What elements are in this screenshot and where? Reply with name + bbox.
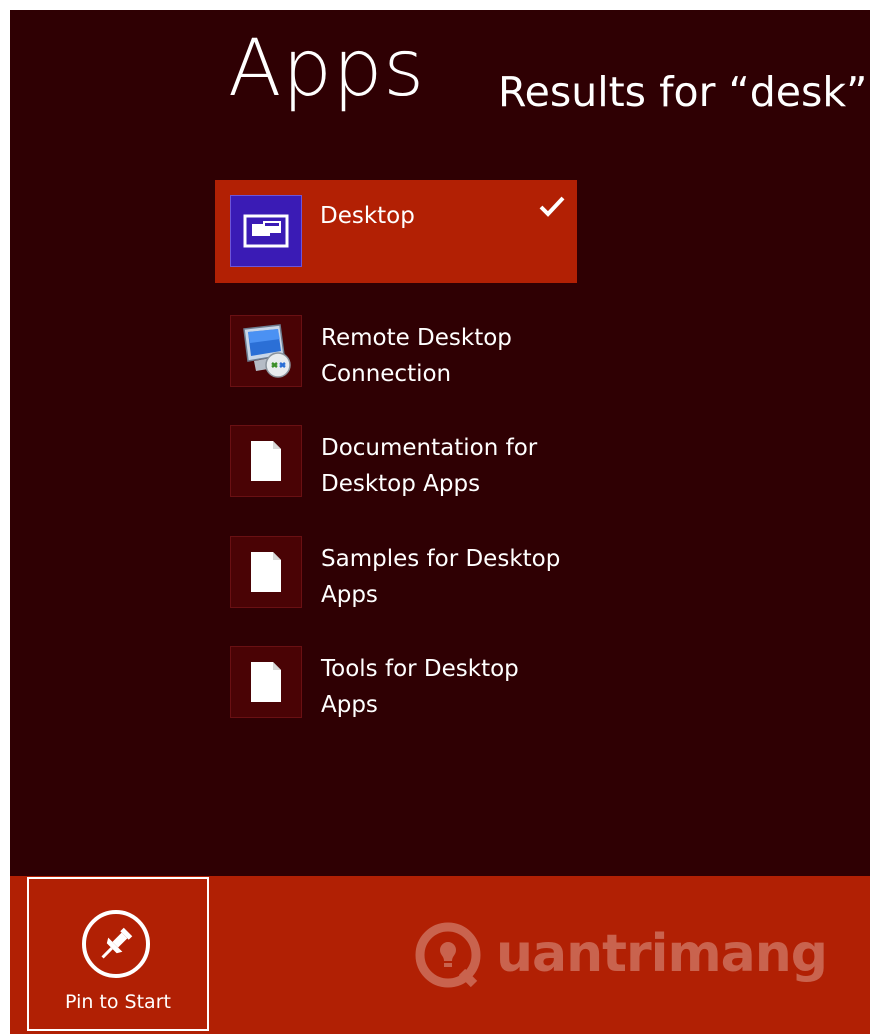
- pin-to-start-label: Pin to Start: [65, 991, 171, 1013]
- result-item-tools[interactable]: Tools for Desktop Apps: [215, 631, 577, 733]
- result-label: Tools for Desktop Apps: [321, 656, 519, 718]
- document-tile: [230, 425, 302, 497]
- document-icon: [251, 662, 281, 702]
- result-label: Remote Desktop Connection: [321, 325, 512, 387]
- document-icon: [251, 441, 281, 481]
- checkmark-icon: [539, 196, 565, 217]
- pin-icon: [82, 910, 150, 978]
- result-item-desktop[interactable]: Desktop: [215, 180, 577, 283]
- result-label: Samples for Desktop Apps: [321, 546, 561, 608]
- result-item-remote-desktop[interactable]: Remote Desktop Connection: [215, 300, 577, 402]
- desktop-icon: [243, 214, 289, 248]
- result-label: Desktop: [320, 203, 415, 229]
- app-bar: Pin to Start uantrimang: [10, 876, 870, 1034]
- watermark-text: uantrimang: [496, 924, 828, 984]
- remote-desktop-tile: [230, 315, 302, 387]
- results-label: Results for “desk”: [498, 68, 868, 116]
- quantrimang-watermark: uantrimang: [410, 920, 830, 990]
- result-item-samples[interactable]: Samples for Desktop Apps: [215, 521, 577, 623]
- desktop-tile: [230, 195, 302, 267]
- document-icon: [251, 552, 281, 592]
- start-screen-search: Apps Results for “desk” Desktop Remote D…: [10, 10, 870, 1034]
- page-title: Apps: [228, 24, 426, 114]
- result-item-documentation[interactable]: Documentation for Desktop Apps: [215, 410, 577, 512]
- lightbulb-q-logo-icon: [415, 922, 481, 988]
- document-tile: [230, 646, 302, 718]
- pin-to-start-button[interactable]: Pin to Start: [27, 877, 209, 1031]
- result-label: Documentation for Desktop Apps: [321, 435, 538, 497]
- remote-desktop-icon: [243, 324, 291, 378]
- document-tile: [230, 536, 302, 608]
